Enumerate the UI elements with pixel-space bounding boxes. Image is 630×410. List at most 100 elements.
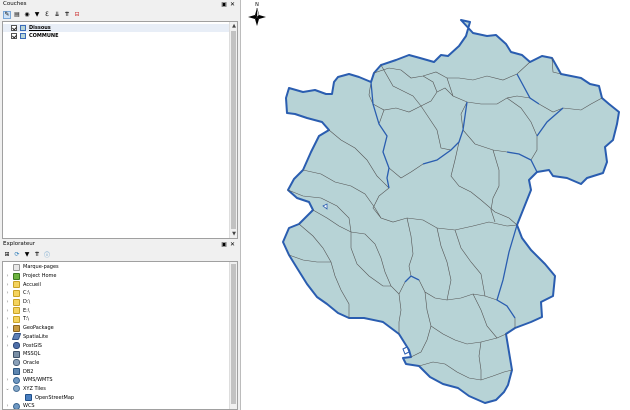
- north-label: N: [255, 2, 259, 8]
- browser-item-label: DB2: [23, 368, 34, 375]
- layers-tree: Dissous COMMUNE ▲ ▼: [2, 21, 238, 239]
- scrollbar-thumb[interactable]: [231, 264, 236, 404]
- browser-panel-title: Explorateur ▣ ✕: [0, 240, 239, 249]
- layers-scrollbar[interactable]: ▲ ▼: [229, 22, 237, 238]
- browser-panel: Explorateur ▣ ✕ ⊞ ⟳ ▼ ⇈ ⓘ Marque-pages › P…: [0, 240, 239, 410]
- bookmark-icon: [13, 263, 20, 271]
- scrollbar-thumb[interactable]: [231, 31, 236, 229]
- collapse-all-icon[interactable]: ⇈: [33, 251, 41, 259]
- openstreetmap-icon: [25, 394, 32, 402]
- expand-arrow-icon[interactable]: ›: [5, 334, 10, 340]
- browser-item[interactable]: › PostGIS: [3, 341, 237, 350]
- browser-item-label: T:\: [23, 316, 29, 323]
- properties-icon[interactable]: ⓘ: [43, 251, 51, 259]
- layers-panel-title: Couches ▣ ✕: [0, 0, 239, 9]
- browser-item-label: WCS: [23, 403, 35, 410]
- browser-item[interactable]: › T:\: [3, 315, 237, 324]
- layer-symbol-swatch: [20, 25, 26, 31]
- layer-name: Dissous: [29, 25, 51, 31]
- filter-legend-icon[interactable]: ▼: [33, 11, 41, 19]
- filter-browser-icon[interactable]: ▼: [23, 251, 31, 259]
- browser-tree: Marque-pages › Project Home › Accueil › C:\ › D:…: [2, 261, 238, 410]
- layer-row-commune[interactable]: COMMUNE: [3, 32, 237, 40]
- scroll-up-icon[interactable]: ▲: [230, 22, 238, 30]
- browser-item-label: E:\: [23, 307, 30, 314]
- close-panel-icon[interactable]: ✕: [230, 0, 235, 9]
- collapse-all-icon[interactable]: ⇈: [63, 11, 71, 19]
- browser-item[interactable]: ⌄ XYZ Tiles: [3, 385, 237, 394]
- left-dock: Couches ▣ ✕ ✎ ▤ ◉ ▼ ℇ ⇊ ⇈ ⊟ Dissous COMM…: [0, 0, 239, 410]
- browser-item-label: PostGIS: [23, 342, 42, 349]
- home-icon: [13, 272, 20, 280]
- expand-all-icon[interactable]: ⇊: [53, 11, 61, 19]
- float-panel-icon[interactable]: ▣: [221, 0, 227, 9]
- add-selected-layers-icon[interactable]: ⊞: [3, 251, 11, 259]
- postgis-icon: [13, 342, 20, 350]
- browser-item-label: D:\: [23, 299, 31, 306]
- browser-item[interactable]: › Accueil: [3, 280, 237, 289]
- close-panel-icon[interactable]: ✕: [230, 240, 235, 249]
- filter-expression-icon[interactable]: ℇ: [43, 11, 51, 19]
- map-canvas[interactable]: N: [240, 0, 630, 410]
- browser-item[interactable]: Oracle: [3, 359, 237, 368]
- expand-arrow-icon[interactable]: ›: [5, 325, 10, 331]
- layer-symbol-swatch: [20, 33, 26, 39]
- browser-item[interactable]: › Project Home: [3, 272, 237, 281]
- expand-arrow-icon[interactable]: ›: [5, 299, 10, 305]
- mssql-icon: [13, 350, 20, 358]
- expand-arrow-icon[interactable]: ›: [5, 273, 10, 279]
- wms-icon: [13, 376, 20, 384]
- browser-item[interactable]: › E:\: [3, 306, 237, 315]
- expand-arrow-icon[interactable]: ›: [5, 290, 10, 296]
- scroll-down-icon[interactable]: ▼: [230, 230, 238, 238]
- browser-item[interactable]: › D:\: [3, 298, 237, 307]
- refresh-icon[interactable]: ⟳: [13, 251, 21, 259]
- oracle-icon: [13, 359, 20, 367]
- layer-visibility-checkbox[interactable]: [11, 25, 17, 31]
- department-polygon[interactable]: [282, 19, 620, 404]
- add-group-icon[interactable]: ▤: [13, 11, 21, 19]
- layer-row-dissous[interactable]: Dissous: [3, 24, 237, 32]
- browser-item[interactable]: › SpatiaLite: [3, 333, 237, 342]
- browser-item-label: SpatiaLite: [23, 333, 49, 340]
- browser-scrollbar[interactable]: [229, 262, 237, 409]
- folder-icon: [13, 281, 20, 289]
- browser-item[interactable]: › GeoPackage: [3, 324, 237, 333]
- browser-item-label: XYZ Tiles: [23, 385, 46, 392]
- layer-visibility-checkbox[interactable]: [11, 33, 17, 39]
- browser-panel-title-text: Explorateur: [3, 241, 36, 247]
- browser-item[interactable]: Marque-pages: [3, 263, 237, 272]
- open-layer-styling-icon[interactable]: ✎: [3, 10, 11, 19]
- map-svg[interactable]: N: [241, 0, 630, 410]
- browser-item-label: Oracle: [23, 359, 40, 366]
- browser-item-label: Project Home: [23, 273, 57, 280]
- browser-item[interactable]: MSSQL: [3, 350, 237, 359]
- float-panel-icon[interactable]: ▣: [221, 240, 227, 249]
- browser-item-label: GeoPackage: [23, 325, 54, 332]
- expand-arrow-icon[interactable]: ⌄: [5, 386, 10, 392]
- qgis-window: Couches ▣ ✕ ✎ ▤ ◉ ▼ ℇ ⇊ ⇈ ⊟ Dissous COMM…: [0, 0, 630, 410]
- folder-icon: [13, 298, 20, 306]
- folder-icon: [13, 315, 20, 323]
- browser-item[interactable]: › C:\: [3, 289, 237, 298]
- manage-map-themes-icon[interactable]: ◉: [23, 11, 31, 19]
- browser-item-label: Marque-pages: [23, 264, 59, 271]
- expand-arrow-icon[interactable]: ›: [5, 282, 10, 288]
- browser-item-label: MSSQL: [23, 351, 41, 358]
- expand-arrow-icon[interactable]: ›: [5, 316, 10, 322]
- browser-item[interactable]: DB2: [3, 367, 237, 376]
- expand-arrow-icon[interactable]: ›: [5, 377, 10, 383]
- browser-item-label: C:\: [23, 290, 30, 297]
- layers-toolbar: ✎ ▤ ◉ ▼ ℇ ⇊ ⇈ ⊟: [0, 9, 239, 20]
- browser-item[interactable]: › WCS: [3, 402, 237, 410]
- expand-arrow-icon[interactable]: ›: [5, 403, 10, 409]
- browser-item[interactable]: OpenStreetMap: [3, 393, 237, 402]
- xyz-tiles-icon: [13, 385, 20, 393]
- geopackage-icon: [13, 324, 20, 332]
- expand-arrow-icon[interactable]: ›: [5, 308, 10, 314]
- expand-arrow-icon[interactable]: ›: [5, 343, 10, 349]
- layer-name: COMMUNE: [29, 33, 59, 39]
- spatialite-icon: [11, 333, 22, 341]
- remove-layer-icon[interactable]: ⊟: [73, 11, 81, 19]
- browser-item[interactable]: › WMS/WMTS: [3, 376, 237, 385]
